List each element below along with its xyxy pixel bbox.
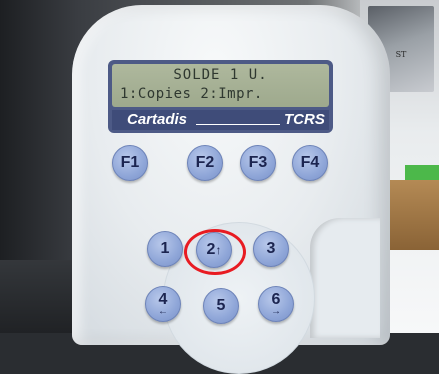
lcd-line-menu: 1:Copies 2:Impr. (120, 86, 263, 102)
f2-key[interactable]: F2 (187, 145, 223, 181)
right-arrow-icon: → (271, 306, 281, 317)
brand-divider (196, 124, 280, 125)
key-4[interactable]: 4 ← (145, 286, 181, 322)
display-panel: SOLDE 1 U. 1:Copies 2:Impr. Cartadis TCR… (108, 60, 333, 133)
model-label: TCRS (284, 111, 325, 128)
left-arrow-icon: ← (158, 306, 168, 317)
highlight-circle (184, 229, 246, 275)
lcd-screen: SOLDE 1 U. 1:Copies 2:Impr. (112, 64, 329, 107)
key-5[interactable]: 5 (203, 288, 239, 324)
f4-key[interactable]: F4 (292, 145, 328, 181)
card-slot (310, 218, 380, 338)
brand-band: Cartadis TCRS (112, 110, 329, 130)
brand-logo: Cartadis (127, 111, 188, 128)
key-3[interactable]: 3 (253, 231, 289, 267)
key-6[interactable]: 6 → (258, 286, 294, 322)
lcd-line-balance: SOLDE 1 U. (173, 67, 268, 83)
f3-key[interactable]: F3 (240, 145, 276, 181)
key-1[interactable]: 1 (147, 231, 183, 267)
key-5-label: 5 (216, 297, 226, 314)
f1-key[interactable]: F1 (112, 145, 148, 181)
key-3-label: 3 (266, 240, 276, 257)
key-1-label: 1 (160, 240, 170, 257)
